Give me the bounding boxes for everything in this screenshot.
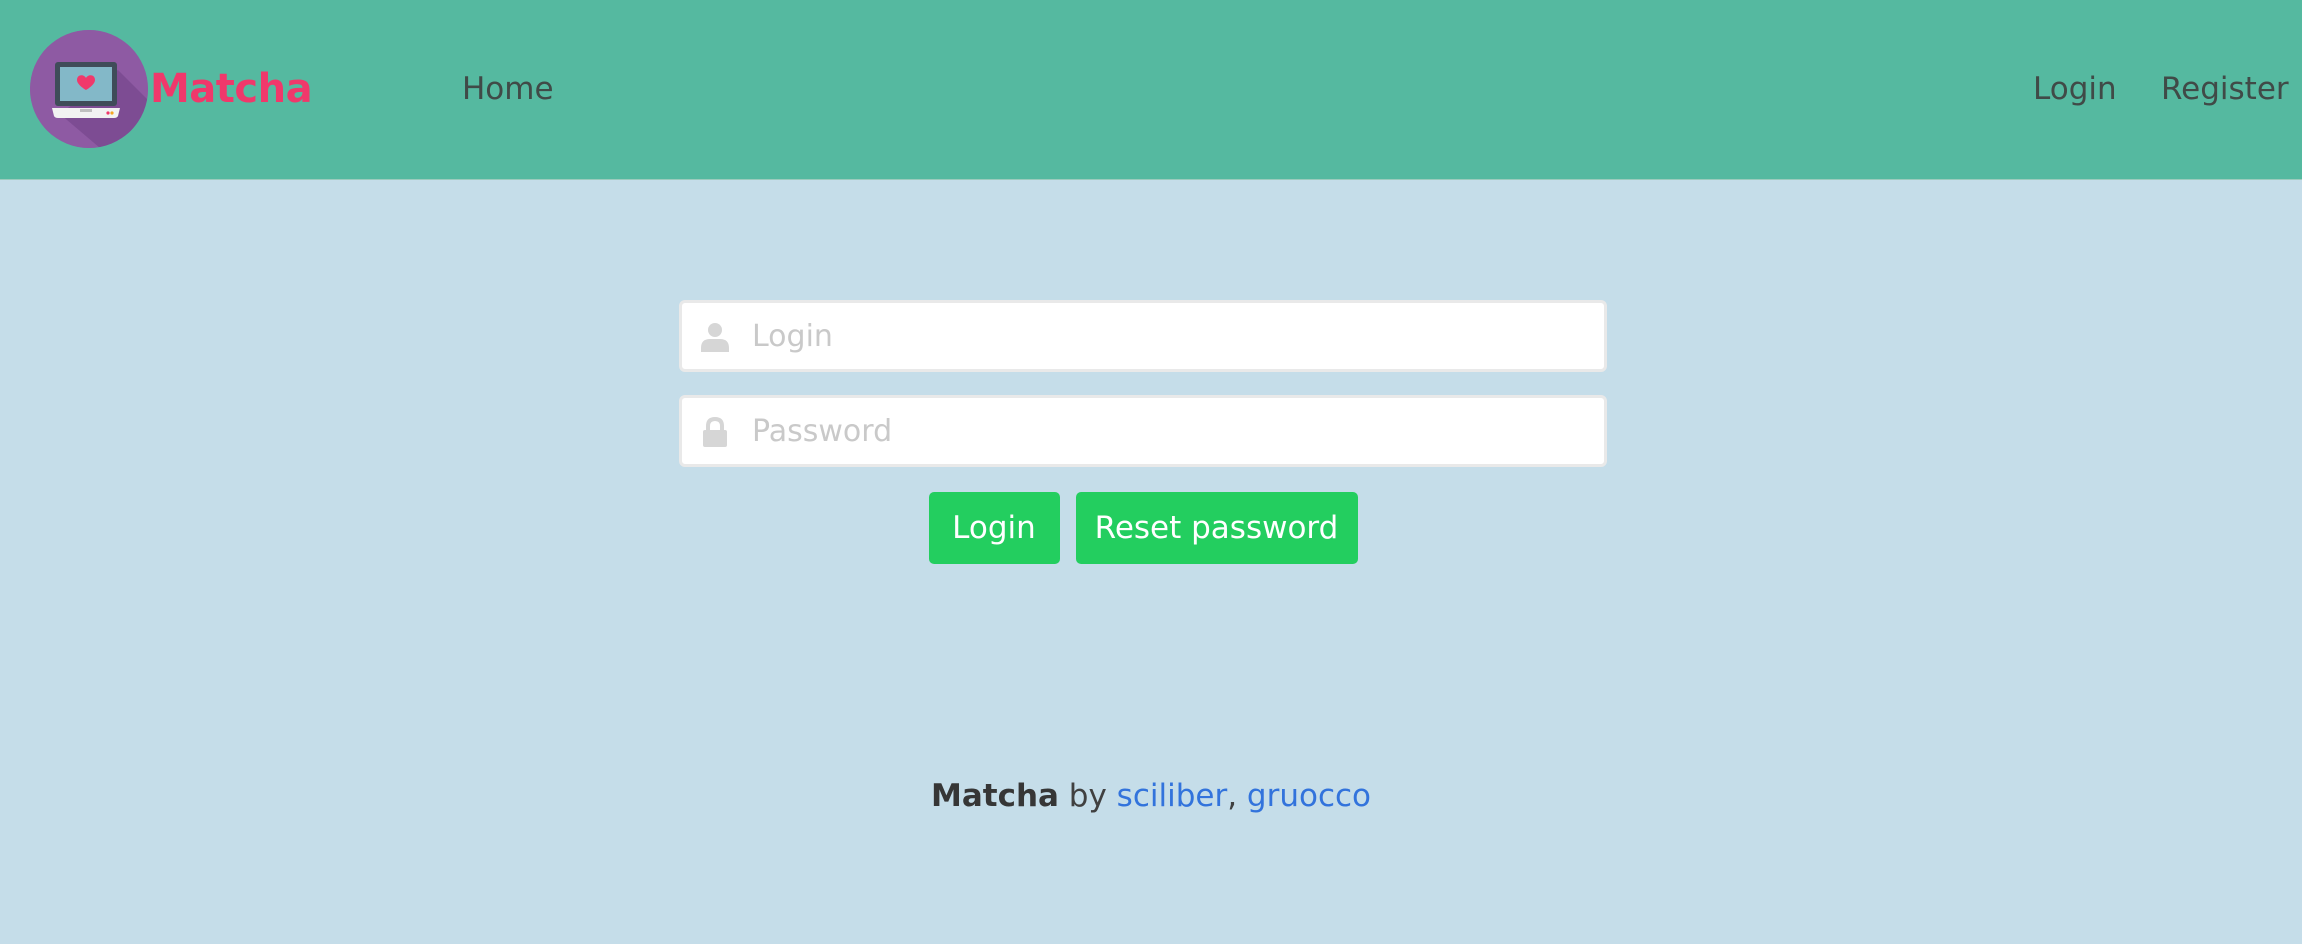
form-actions: Login Reset password — [679, 492, 1607, 564]
login-button[interactable]: Login — [928, 492, 1060, 564]
login-field — [679, 300, 1607, 372]
lock-icon — [700, 416, 730, 447]
navbar: Matcha Home Login Register — [0, 0, 2302, 180]
login-input[interactable] — [752, 303, 1592, 369]
password-field — [679, 395, 1607, 467]
nav-home-link[interactable]: Home — [462, 0, 554, 178]
footer-by-text: by — [1058, 778, 1117, 814]
nav-register-link[interactable]: Register — [2161, 0, 2289, 178]
password-input[interactable] — [752, 398, 1592, 464]
footer-separator: , — [1227, 778, 1247, 814]
nav-login-link[interactable]: Login — [2033, 0, 2117, 178]
reset-password-button[interactable]: Reset password — [1075, 492, 1358, 564]
brand-title: Matcha — [150, 65, 313, 112]
author-link-gruocco[interactable]: gruocco — [1247, 778, 1371, 814]
author-link-sciliber[interactable]: sciliber — [1117, 778, 1228, 814]
login-form: Login Reset password — [679, 300, 1607, 564]
laptop-heart-logo-icon — [30, 29, 148, 148]
footer-app-name: Matcha — [930, 778, 1059, 814]
user-icon — [700, 322, 730, 352]
brand-link[interactable]: Matcha — [30, 28, 313, 149]
footer: Matcha by sciliber, gruocco — [0, 778, 2302, 814]
